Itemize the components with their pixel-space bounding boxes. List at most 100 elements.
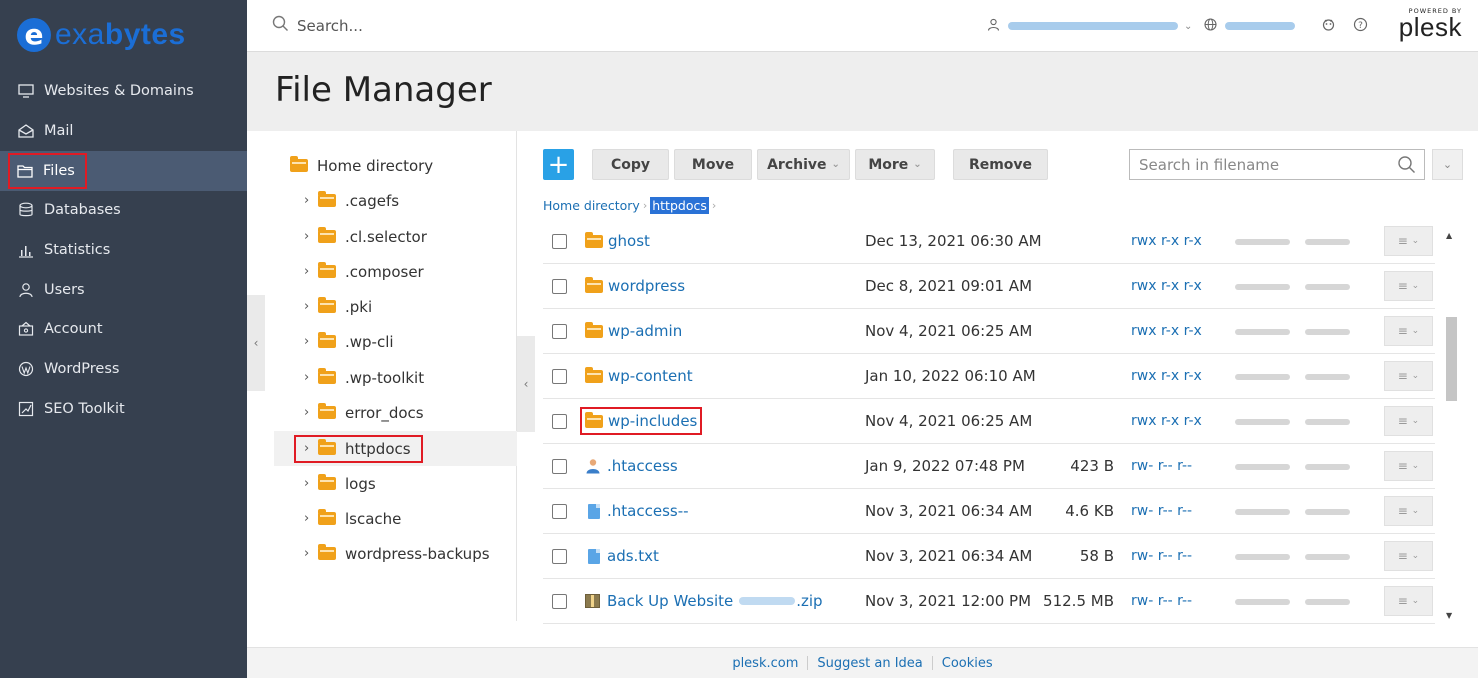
breadcrumb-current[interactable]: httpdocs	[650, 197, 709, 214]
row-menu-button[interactable]: ≡ ⌄	[1384, 226, 1433, 256]
chevron-right-icon[interactable]: ›	[304, 405, 318, 420]
file-name-link[interactable]: Back Up Website .zip	[585, 592, 823, 610]
plesk-logo[interactable]: POWERED BY plesk	[1399, 7, 1462, 40]
sidebar-item-seo-toolkit[interactable]: SEO Toolkit	[0, 389, 247, 429]
breadcrumb-home[interactable]: Home directory	[543, 198, 640, 213]
table-row[interactable]: wp-includes Nov 4, 2021 06:25 AM rwx r-x…	[543, 399, 1435, 444]
table-row[interactable]: ghost Dec 13, 2021 06:30 AM rwx r-x r-x …	[543, 219, 1435, 264]
row-menu-button[interactable]: ≡ ⌄	[1384, 541, 1433, 571]
global-search[interactable]: Search...	[272, 15, 363, 36]
chevron-right-icon[interactable]: ›	[304, 370, 318, 385]
file-permissions[interactable]: rw- r-- r--	[1131, 593, 1192, 609]
chevron-right-icon[interactable]: ›	[304, 441, 318, 456]
row-checkbox[interactable]	[552, 458, 567, 474]
scroll-down-icon[interactable]: ▼	[1446, 611, 1452, 620]
sidebar-item-statistics[interactable]: Statistics	[0, 230, 247, 270]
more-button[interactable]: More ⌄	[855, 149, 935, 180]
table-row[interactable]: .htaccess-- Nov 3, 2021 06:34 AM 4.6 KB …	[543, 489, 1435, 534]
remove-button[interactable]: Remove	[953, 149, 1048, 180]
row-menu-button[interactable]: ≡ ⌄	[1384, 586, 1433, 616]
tree-item[interactable]: › .composer	[274, 254, 517, 289]
tree-item[interactable]: › logs	[274, 466, 517, 501]
row-menu-button[interactable]: ≡ ⌄	[1384, 361, 1433, 391]
file-permissions[interactable]: rwx r-x r-x	[1131, 233, 1202, 249]
file-name-link[interactable]: wordpress	[585, 276, 685, 295]
sidebar-item-files[interactable]: Files	[0, 151, 247, 191]
help-button[interactable]: ?	[1353, 0, 1368, 52]
file-permissions[interactable]: rw- r-- r--	[1131, 503, 1192, 519]
tree-item[interactable]: › wordpress-backups	[274, 536, 517, 571]
global-search-input[interactable]: Search...	[297, 17, 363, 35]
collapse-tree-handle[interactable]: ‹	[517, 336, 535, 432]
user-menu[interactable]: ⌄	[987, 0, 1192, 52]
scrollbar-thumb[interactable]	[1446, 317, 1457, 401]
move-button[interactable]: Move	[674, 149, 752, 180]
subscription-menu[interactable]	[1204, 0, 1295, 52]
chevron-right-icon[interactable]: ›	[304, 511, 318, 526]
file-permissions[interactable]: rw- r-- r--	[1131, 548, 1192, 564]
notifications-button[interactable]	[1321, 0, 1336, 52]
tree-item[interactable]: › .cagefs	[274, 183, 517, 218]
row-menu-button[interactable]: ≡ ⌄	[1384, 496, 1433, 526]
row-checkbox[interactable]	[552, 368, 567, 384]
sidebar-item-mail[interactable]: Mail	[0, 111, 247, 151]
file-name-link-highlighted[interactable]: wp-includes	[580, 407, 703, 435]
chevron-right-icon[interactable]: ›	[304, 229, 318, 244]
file-name-link[interactable]: .htaccess	[585, 457, 678, 475]
row-menu-button[interactable]: ≡ ⌄	[1384, 316, 1433, 346]
search-icon[interactable]	[1397, 155, 1416, 178]
add-button[interactable]: +	[543, 149, 574, 180]
file-permissions[interactable]: rwx r-x r-x	[1131, 413, 1202, 429]
row-checkbox[interactable]	[552, 503, 567, 519]
file-name-link[interactable]: ads.txt	[585, 547, 659, 565]
file-permissions[interactable]: rwx r-x r-x	[1131, 368, 1202, 384]
table-row[interactable]: wordpress Dec 8, 2021 09:01 AM rwx r-x r…	[543, 264, 1435, 309]
sidebar-item-wordpress[interactable]: WordPress	[0, 349, 247, 389]
row-checkbox[interactable]	[552, 323, 567, 339]
tree-item[interactable]: › .cl.selector	[274, 219, 517, 254]
sidebar-item-account[interactable]: Account	[0, 309, 247, 349]
footer-link-cookies[interactable]: Cookies	[942, 656, 993, 671]
file-name-link[interactable]: wp-admin	[585, 321, 682, 340]
row-checkbox[interactable]	[552, 548, 567, 564]
exabytes-logo[interactable]: e exabytes	[0, 0, 247, 70]
file-permissions[interactable]: rwx r-x r-x	[1131, 278, 1202, 294]
table-row[interactable]: wp-admin Nov 4, 2021 06:25 AM rwx r-x r-…	[543, 309, 1435, 354]
tree-item[interactable]: › .pki	[274, 289, 517, 324]
file-permissions[interactable]: rw- r-- r--	[1131, 458, 1192, 474]
chevron-right-icon[interactable]: ›	[304, 546, 318, 561]
table-row[interactable]: wp-content Jan 10, 2022 06:10 AM rwx r-x…	[543, 354, 1435, 399]
chevron-right-icon[interactable]: ›	[304, 476, 318, 491]
tree-item[interactable]: › .wp-cli	[274, 324, 517, 359]
file-name-link[interactable]: wp-content	[585, 366, 693, 385]
file-permissions[interactable]: rwx r-x r-x	[1131, 323, 1202, 339]
row-menu-button[interactable]: ≡ ⌄	[1384, 451, 1433, 481]
archive-button[interactable]: Archive ⌄	[757, 149, 850, 180]
chevron-right-icon[interactable]: ›	[304, 264, 318, 279]
tree-item[interactable]: › lscache	[274, 501, 517, 536]
table-row[interactable]: .htaccess Jan 9, 2022 07:48 PM 423 B rw-…	[543, 444, 1435, 489]
chevron-right-icon[interactable]: ›	[304, 193, 318, 208]
footer-link-plesk[interactable]: plesk.com	[732, 656, 798, 671]
footer-link-suggest[interactable]: Suggest an Idea	[817, 656, 922, 671]
filename-search-input[interactable]: Search in filename	[1129, 149, 1425, 180]
row-checkbox[interactable]	[552, 413, 567, 429]
row-menu-button[interactable]: ≡ ⌄	[1384, 406, 1433, 436]
tree-item-httpdocs[interactable]: › httpdocs	[274, 431, 517, 466]
table-row[interactable]: Back Up Website .zip Nov 3, 2021 12:00 P…	[543, 579, 1435, 624]
file-name-link[interactable]: ghost	[585, 231, 650, 250]
tree-item[interactable]: › .wp-toolkit	[274, 360, 517, 395]
sidebar-item-users[interactable]: Users	[0, 270, 247, 310]
tree-item[interactable]: › error_docs	[274, 395, 517, 430]
file-list-scrollbar[interactable]: ▲ ▼	[1444, 227, 1458, 624]
row-checkbox[interactable]	[552, 233, 567, 249]
file-name-link[interactable]: .htaccess--	[585, 502, 689, 520]
collapse-sidebar-handle[interactable]: ‹	[247, 295, 265, 391]
search-options-dropdown[interactable]: ⌄	[1432, 149, 1463, 180]
tree-item-home[interactable]: Home directory	[274, 148, 517, 183]
table-row[interactable]: ads.txt Nov 3, 2021 06:34 AM 58 B rw- r-…	[543, 534, 1435, 579]
sidebar-item-databases[interactable]: Databases	[0, 190, 247, 230]
row-checkbox[interactable]	[552, 593, 567, 609]
scroll-up-icon[interactable]: ▲	[1446, 231, 1452, 240]
chevron-right-icon[interactable]: ›	[304, 299, 318, 314]
